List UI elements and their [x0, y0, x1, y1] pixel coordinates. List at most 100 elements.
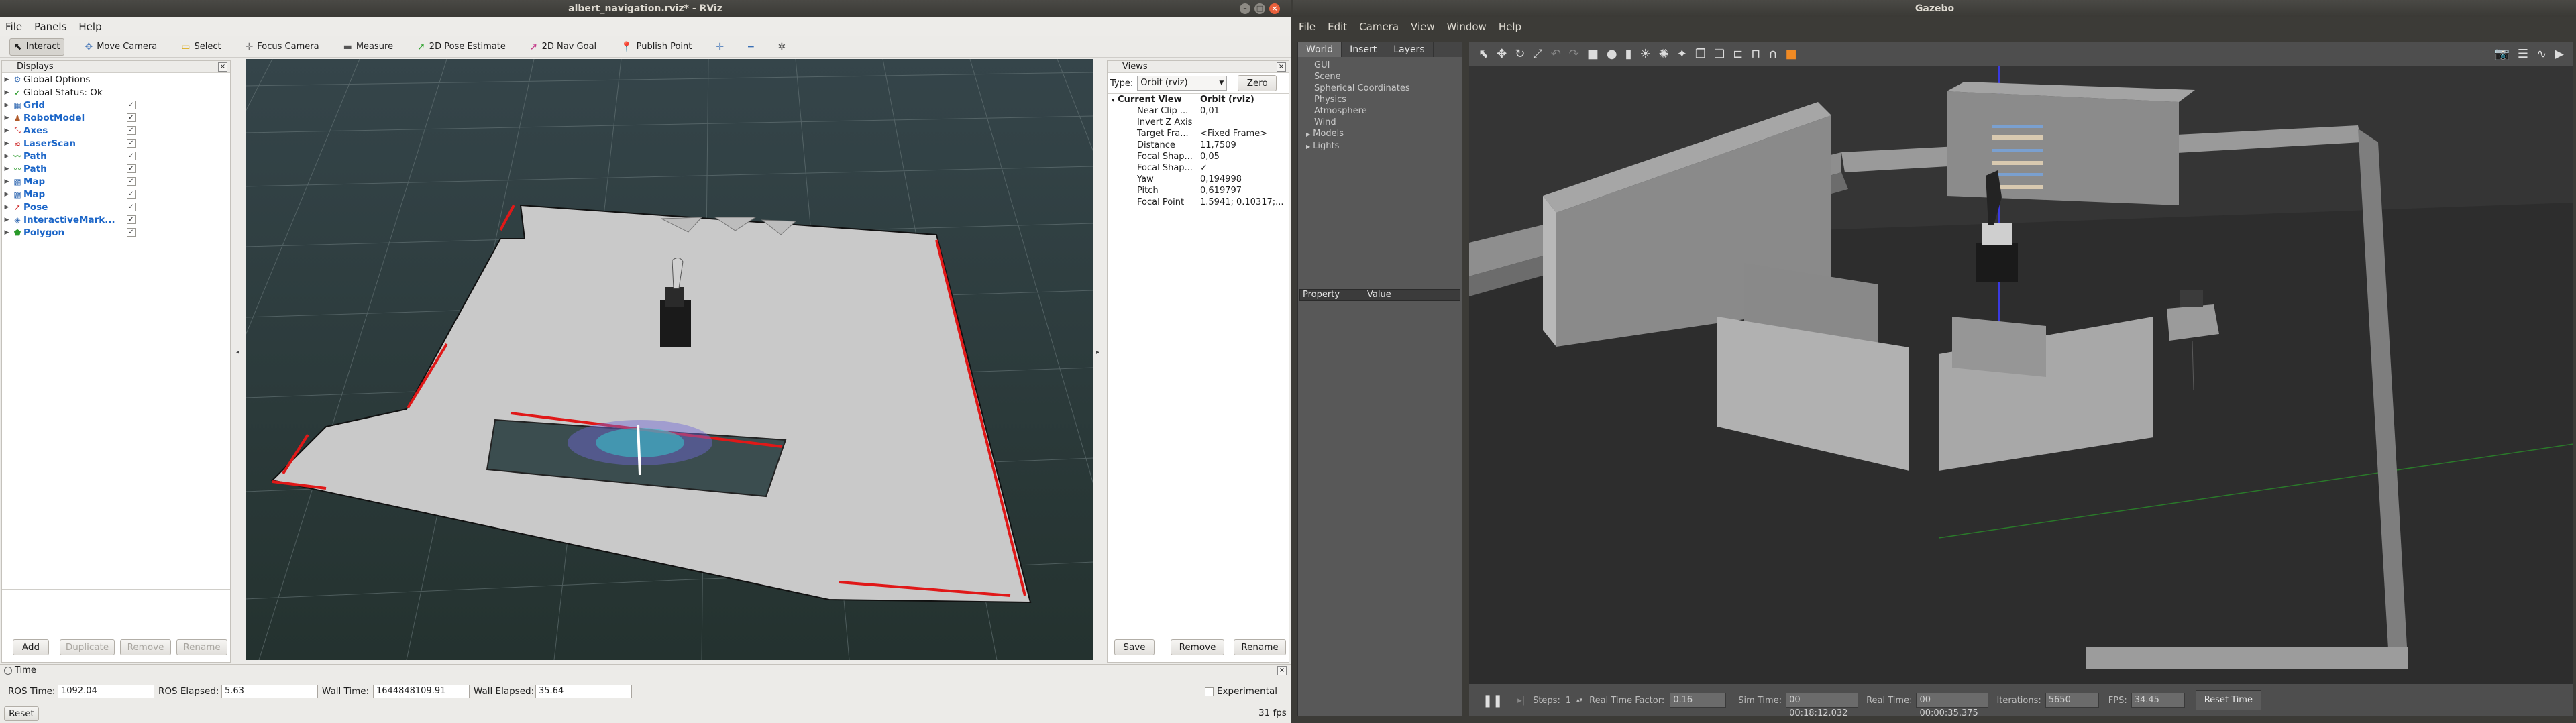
view-property-row[interactable]: Invert Z Axis	[1108, 117, 1289, 128]
gz-menu-camera[interactable]: Camera	[1359, 21, 1399, 33]
save-view-button[interactable]: Save	[1114, 639, 1155, 655]
display-row[interactable]: ▶ ▦ Grid ✓	[2, 99, 230, 111]
display-row[interactable]: ▶ ➚ Pose ✓	[2, 201, 230, 213]
gz-menu-window[interactable]: Window	[1447, 21, 1487, 33]
gazebo-3d-viewport[interactable]	[1469, 42, 2573, 684]
record-icon[interactable]: ■	[1785, 47, 1796, 61]
display-checkbox[interactable]: ✓	[127, 101, 136, 109]
world-item[interactable]: Atmosphere	[1314, 105, 1462, 117]
remove-display-button[interactable]: Remove	[120, 639, 171, 655]
world-item[interactable]: Wind	[1314, 117, 1462, 128]
copy-icon[interactable]: ❐	[1695, 47, 1706, 61]
sun-light-icon[interactable]: ☀	[1640, 47, 1651, 61]
display-checkbox[interactable]: ✓	[127, 164, 136, 173]
video-icon[interactable]: ▶	[2555, 47, 2564, 61]
focus-camera-button[interactable]: ✛ Focus Camera	[241, 38, 323, 56]
select-button[interactable]: ▭ Select	[177, 38, 225, 56]
rviz-3d-viewport[interactable]	[246, 59, 1093, 660]
expand-arrow-icon[interactable]: ▶	[2, 153, 11, 160]
close-panel-icon[interactable]: ×	[1277, 666, 1287, 675]
view-property-row[interactable]: Focal Point 1.5941; 0.10317;...	[1108, 197, 1289, 208]
steps-value[interactable]: 1	[1566, 696, 1571, 706]
display-checkbox[interactable]: ✓	[127, 215, 136, 224]
cylinder-shape-icon[interactable]: ▮	[1625, 47, 1632, 61]
nav-goal-button[interactable]: ➚ 2D Nav Goal	[526, 38, 600, 56]
point-light-icon[interactable]: ✺	[1659, 47, 1669, 61]
world-item[interactable]: GUI	[1314, 60, 1462, 71]
display-row[interactable]: ▶ 〰 Path ✓	[2, 162, 230, 175]
display-checkbox[interactable]: ✓	[127, 228, 136, 237]
view-type-select[interactable]: Orbit (rviz) ▼	[1137, 76, 1228, 91]
view-property-row[interactable]: Target Fra... <Fixed Frame>	[1108, 128, 1289, 140]
minimize-icon[interactable]: –	[1240, 3, 1250, 14]
remove-tool-button[interactable]: ━	[744, 38, 757, 56]
gz-menu-edit[interactable]: Edit	[1328, 21, 1347, 33]
magnet-icon[interactable]: ∩	[1768, 47, 1777, 61]
world-item[interactable]: ▶ Models	[1306, 128, 1462, 140]
world-item[interactable]: Spherical Coordinates	[1314, 82, 1462, 94]
pause-icon[interactable]: ❚❚	[1483, 693, 1503, 708]
display-checkbox[interactable]: ✓	[127, 203, 136, 211]
expand-arrow-icon[interactable]: ▶	[2, 229, 11, 236]
display-row[interactable]: ▶ ≋ LaserScan ✓	[2, 137, 230, 150]
view-property-row[interactable]: Focal Shap... ✓	[1108, 162, 1289, 174]
gz-menu-file[interactable]: File	[1299, 21, 1316, 33]
tab-world[interactable]: World	[1298, 42, 1342, 57]
rotate-mode-icon[interactable]: ↻	[1515, 47, 1525, 61]
menu-panels[interactable]: Panels	[34, 21, 66, 33]
spinner-icon[interactable]: ▴▾	[1576, 697, 1582, 704]
tab-layers[interactable]: Layers	[1385, 42, 1434, 57]
display-row[interactable]: ▶ ⚙ Global Options	[2, 73, 230, 86]
display-checkbox[interactable]: ✓	[127, 139, 136, 148]
reset-button[interactable]: Reset	[4, 706, 39, 721]
step-icon[interactable]: ▸|	[1517, 696, 1525, 706]
expand-arrow-icon[interactable]: ▶	[2, 115, 11, 121]
publish-point-button[interactable]: 📍 Publish Point	[616, 38, 696, 56]
expand-arrow-icon[interactable]: ▶	[2, 191, 11, 198]
display-row[interactable]: ▶ ⤡ Axes ✓	[2, 124, 230, 137]
world-item[interactable]: Scene	[1314, 71, 1462, 82]
current-view-row[interactable]: ▾ Current View Orbit (rviz)	[1108, 94, 1289, 105]
display-checkbox[interactable]: ✓	[127, 152, 136, 160]
measure-button[interactable]: ▬ Measure	[339, 38, 397, 56]
duplicate-button[interactable]: Duplicate	[60, 639, 115, 655]
rename-view-button[interactable]: Rename	[1234, 639, 1286, 655]
close-icon[interactable]: ×	[1269, 3, 1280, 14]
view-property-row[interactable]: Distance 11,7509	[1108, 140, 1289, 151]
display-row[interactable]: ▶ ◈ InteractiveMark... ✓	[2, 213, 230, 226]
display-row[interactable]: ▶ 〰 Path ✓	[2, 150, 230, 162]
close-panel-icon[interactable]: ×	[1277, 62, 1286, 72]
collapse-left-arrow[interactable]: ◂	[236, 349, 239, 356]
world-item[interactable]: Physics	[1314, 94, 1462, 105]
display-checkbox[interactable]: ✓	[127, 177, 136, 186]
expand-arrow-icon[interactable]: ▶	[2, 166, 11, 172]
tool-settings-button[interactable]: ✲	[774, 38, 790, 56]
redo-icon[interactable]: ↷	[1569, 47, 1579, 61]
translate-mode-icon[interactable]: ✥	[1497, 47, 1507, 61]
expand-arrow-icon[interactable]: ▶	[2, 140, 11, 147]
close-panel-icon[interactable]: ×	[218, 62, 227, 72]
select-mode-icon[interactable]: ⬉	[1479, 47, 1489, 61]
zero-button[interactable]: Zero	[1238, 75, 1277, 91]
scale-mode-icon[interactable]: ⤢	[1533, 47, 1542, 61]
screenshot-icon[interactable]: 📷	[2495, 47, 2510, 61]
maximize-icon[interactable]: □	[1254, 3, 1265, 14]
gz-menu-help[interactable]: Help	[1499, 21, 1521, 33]
display-row[interactable]: ▶ ▩ Map ✓	[2, 188, 230, 201]
world-item[interactable]: ▶ Lights	[1306, 140, 1462, 152]
menu-file[interactable]: File	[5, 21, 22, 33]
interact-button[interactable]: ⬉ Interact	[9, 38, 65, 56]
pose-estimate-button[interactable]: ➚ 2D Pose Estimate	[413, 38, 510, 56]
add-tool-button[interactable]: ✛	[712, 38, 728, 56]
expand-arrow-icon[interactable]: ▶	[1306, 131, 1310, 137]
move-camera-button[interactable]: ✥ Move Camera	[80, 38, 161, 56]
paste-icon[interactable]: ❏	[1714, 47, 1725, 61]
gz-menu-view[interactable]: View	[1411, 21, 1435, 33]
expand-arrow-icon[interactable]: ▶	[2, 127, 11, 134]
expand-arrow-icon[interactable]: ▶	[2, 178, 11, 185]
experimental-checkbox[interactable]	[1205, 687, 1214, 696]
remove-view-button[interactable]: Remove	[1171, 639, 1224, 655]
display-row[interactable]: ▶ ✓ Global Status: Ok	[2, 86, 230, 99]
display-checkbox[interactable]: ✓	[127, 126, 136, 135]
expand-arrow-icon[interactable]: ▶	[1306, 144, 1310, 150]
